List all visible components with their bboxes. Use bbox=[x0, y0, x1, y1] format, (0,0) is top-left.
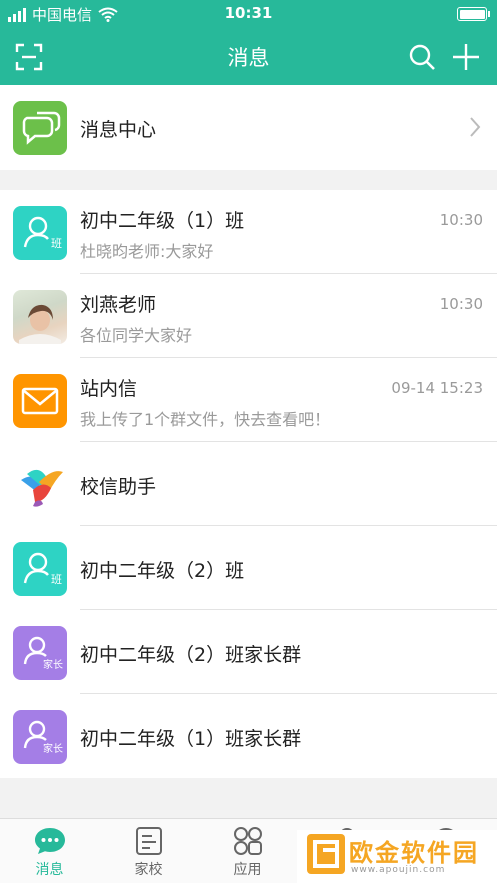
avatar-text: 班 bbox=[51, 573, 62, 586]
tab-messages[interactable]: 消息 bbox=[0, 819, 99, 883]
battery-icon bbox=[457, 7, 490, 21]
message-preview: 各位同学大家好 bbox=[80, 326, 193, 345]
nav-bar: 消息 bbox=[0, 28, 497, 85]
message-time: 10:30 bbox=[439, 295, 483, 313]
chat-bubble-icon bbox=[35, 828, 65, 854]
parents-group-icon bbox=[23, 720, 47, 749]
message-preview: 杜晓昀老师:大家好 bbox=[80, 242, 214, 261]
message-center-title: 消息中心 bbox=[80, 119, 157, 141]
message-time: 10:30 bbox=[439, 211, 483, 229]
class-avatar: 班 bbox=[13, 206, 67, 260]
tab-apps[interactable]: 应用 bbox=[198, 819, 297, 883]
tab-label: 家校 bbox=[134, 862, 163, 878]
message-time: 09-14 15:23 bbox=[391, 379, 483, 397]
message-row[interactable]: 班 初中二年级（2）班 bbox=[0, 526, 497, 610]
document-icon bbox=[136, 827, 162, 855]
message-center-icon bbox=[13, 101, 67, 155]
teacher-avatar bbox=[13, 290, 67, 344]
message-title: 刘燕老师 bbox=[80, 294, 157, 316]
chevron-right-icon bbox=[470, 117, 481, 137]
message-center-row[interactable]: 消息中心 bbox=[0, 85, 497, 170]
class-group-icon bbox=[23, 552, 49, 584]
status-time: 10:31 bbox=[224, 4, 273, 22]
avatar-text: 家长 bbox=[43, 660, 63, 671]
watermark-text: 欧金软件园 bbox=[349, 839, 479, 867]
apps-icon bbox=[234, 827, 262, 855]
tab-home-school[interactable]: 家校 bbox=[99, 819, 198, 883]
watermark-logo-icon bbox=[307, 834, 345, 874]
message-title: 初中二年级（1）班家长群 bbox=[80, 728, 302, 750]
mail-avatar bbox=[13, 374, 67, 428]
add-icon[interactable] bbox=[451, 42, 481, 72]
parents-group-icon bbox=[23, 636, 47, 665]
message-row[interactable]: 刘燕老师 各位同学大家好 10:30 bbox=[0, 274, 497, 358]
avatar-text: 班 bbox=[51, 237, 62, 250]
message-row[interactable]: 班 初中二年级（1）班 杜晓昀老师:大家好 10:30 bbox=[0, 190, 497, 274]
search-icon[interactable] bbox=[407, 42, 437, 72]
bird-logo-icon bbox=[13, 458, 67, 512]
message-title: 初中二年级（1）班 bbox=[80, 210, 245, 232]
message-title: 初中二年级（2）班 bbox=[80, 560, 245, 582]
tab-label: 消息 bbox=[35, 862, 64, 878]
watermark: 欧金软件园 www.apoujin.com bbox=[297, 830, 497, 883]
watermark-url: www.apoujin.com bbox=[351, 865, 446, 875]
message-preview: 我上传了1个群文件，快去查看吧！ bbox=[80, 410, 331, 429]
message-title: 初中二年级（2）班家长群 bbox=[80, 644, 302, 666]
parents-avatar: 家长 bbox=[13, 626, 67, 680]
parents-avatar: 家长 bbox=[13, 710, 67, 764]
message-title: 站内信 bbox=[80, 378, 138, 400]
message-row[interactable]: 家长 初中二年级（2）班家长群 bbox=[0, 610, 497, 694]
tab-label: 应用 bbox=[233, 862, 262, 878]
message-row[interactable]: 站内信 我上传了1个群文件，快去查看吧！ 09-14 15:23 bbox=[0, 358, 497, 442]
message-row[interactable]: 校信助手 bbox=[0, 442, 497, 526]
class-group-icon bbox=[23, 216, 49, 248]
avatar-text: 家长 bbox=[43, 744, 63, 755]
mail-icon bbox=[21, 387, 59, 415]
class-avatar: 班 bbox=[13, 542, 67, 596]
status-bar: 中国电信 10:31 bbox=[0, 0, 497, 28]
message-row[interactable]: 家长 初中二年级（1）班家长群 bbox=[0, 694, 497, 778]
message-title: 校信助手 bbox=[80, 476, 157, 498]
